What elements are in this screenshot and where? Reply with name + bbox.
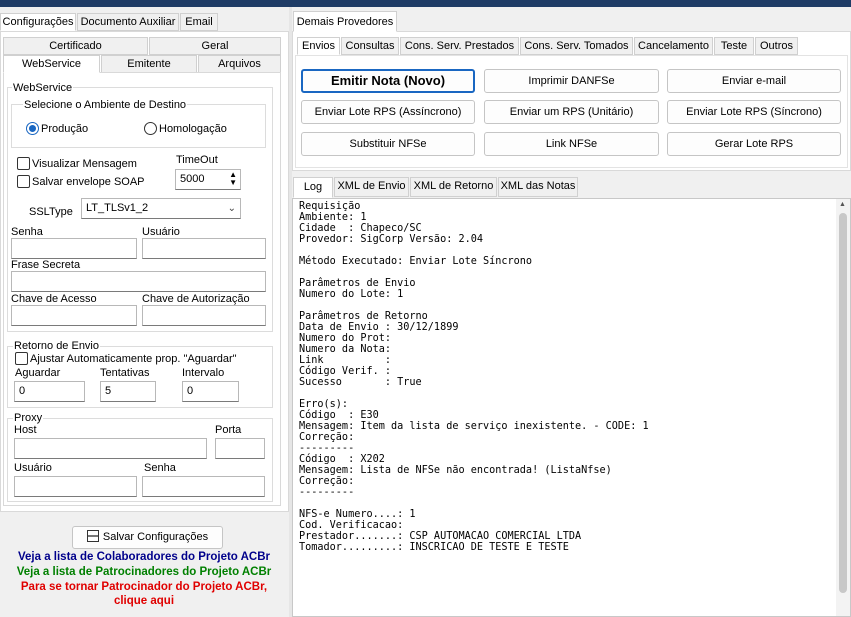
tab-teste[interactable]: Teste [714,37,754,55]
proxy-senha-field[interactable] [142,476,265,497]
producao-radio[interactable] [26,122,39,135]
tab-geral[interactable]: Geral [149,37,281,55]
save-icon [86,530,99,542]
proxy-usuario-field[interactable] [14,476,137,497]
producao-label: Produção [41,123,89,135]
tab-webservice[interactable]: WebService [3,55,100,73]
chevron-down-icon: ⌄ [227,203,236,214]
timeout-value: 5000 [180,173,205,185]
tab-cons-serv-prestados[interactable]: Cons. Serv. Prestados [400,37,519,55]
clique-aqui-link[interactable]: clique aqui [0,594,288,608]
tab-cons-serv-tomados[interactable]: Cons. Serv. Tomados [520,37,633,55]
tab-email[interactable]: Email [180,13,218,31]
enviar-lote-sincrono-button[interactable]: Enviar Lote RPS (Síncrono) [667,100,841,124]
tab-configuracoes[interactable]: Configurações [0,13,76,31]
log-memo[interactable]: Requisição Ambiente: 1 Cidade : Chapeco/… [292,198,851,617]
patrocinadores-link[interactable]: Veja a lista de Patrocinadores do Projet… [0,565,288,579]
ssltype-value: LT_TLSv1_2 [86,202,149,214]
frase-secreta-field[interactable] [11,271,266,292]
ambiente-label: Selecione o Ambiente de Destino [23,99,188,111]
timeout-label: TimeOut [176,154,218,166]
tab-xml-notas[interactable]: XML das Notas [498,177,578,197]
ajustar-label: Ajustar Automaticamente prop. "Aguardar" [30,353,237,365]
log-scrollbar[interactable]: ▲ [836,199,850,616]
ssltype-label: SSLType [29,206,73,218]
tentativas-field[interactable]: 5 [100,381,156,402]
ssltype-select[interactable]: LT_TLSv1_2 ⌄ [81,198,241,219]
enviar-email-button[interactable]: Enviar e-mail [667,69,841,93]
tab-outros[interactable]: Outros [755,37,798,55]
tab-certificado[interactable]: Certificado [3,37,148,55]
timeout-spin[interactable]: 5000 ▲ ▼ [175,169,241,190]
ajustar-checkbox[interactable] [15,352,28,365]
log-text: Requisição Ambiente: 1 Cidade : Chapeco/… [299,201,649,553]
tab-demais-provedores[interactable]: Demais Provedores [293,11,397,32]
tab-documento-auxiliar[interactable]: Documento Auxiliar [77,13,179,31]
aguardar-label: Aguardar [15,367,61,379]
tornar-patrocinador-link[interactable]: Para se tornar Patrocinador do Projeto A… [0,580,288,594]
proxy-senha-label: Senha [144,462,176,474]
porta-field[interactable] [215,438,265,459]
host-label: Host [14,424,37,436]
tab-envios[interactable]: Envios [297,37,340,55]
visualizar-mensagem-checkbox[interactable] [17,157,30,170]
webservice-group-label: WebService [12,82,74,94]
homologacao-label: Homologação [159,123,227,135]
porta-label: Porta [215,424,242,436]
chave-autorizacao-field[interactable] [142,305,266,326]
salvar-configuracoes-button[interactable]: Salvar Configurações [72,526,223,549]
window-titlebar [0,0,851,7]
usuario-field[interactable] [142,238,266,259]
scroll-up-icon[interactable]: ▲ [839,201,846,208]
tentativas-label: Tentativas [100,367,150,379]
homologacao-radio[interactable] [144,122,157,135]
enviar-rps-unitario-button[interactable]: Enviar um RPS (Unitário) [484,100,659,124]
salvar-configuracoes-label: Salvar Configurações [102,531,209,543]
scroll-thumb[interactable] [839,213,847,593]
aguardar-field[interactable]: 0 [14,381,85,402]
gerar-lote-rps-button[interactable]: Gerar Lote RPS [667,132,841,156]
salvar-envelope-label: Salvar envelope SOAP [32,176,145,188]
colaboradores-link[interactable]: Veja a lista de Colaboradores do Projeto… [0,550,288,564]
retorno-group-label: Retorno de Envio [13,340,100,352]
tab-cancelamento[interactable]: Cancelamento [634,37,713,55]
intervalo-field[interactable]: 0 [182,381,239,402]
tab-xml-retorno[interactable]: XML de Retorno [410,177,497,197]
emitir-nota-button[interactable]: Emitir Nota (Novo) [301,69,475,93]
substituir-nfse-button[interactable]: Substituir NFSe [301,132,475,156]
salvar-envelope-checkbox[interactable] [17,175,30,188]
tab-consultas[interactable]: Consultas [341,37,399,55]
tab-xml-envio[interactable]: XML de Envio [334,177,409,197]
proxy-group-label: Proxy [13,412,44,424]
host-field[interactable] [14,438,207,459]
visualizar-mensagem-label: Visualizar Mensagem [32,158,137,170]
spin-arrows-icon[interactable]: ▲ ▼ [229,171,237,187]
link-nfse-button[interactable]: Link NFSe [484,132,659,156]
tab-log[interactable]: Log [293,177,333,198]
proxy-usuario-label: Usuário [14,462,52,474]
intervalo-label: Intervalo [182,367,225,379]
tab-arquivos[interactable]: Arquivos [198,55,281,73]
tab-emitente[interactable]: Emitente [101,55,197,73]
senha-field[interactable] [11,238,137,259]
imprimir-danfse-button[interactable]: Imprimir DANFSe [484,69,659,93]
chave-acesso-field[interactable] [11,305,137,326]
enviar-lote-assincrono-button[interactable]: Enviar Lote RPS (Assíncrono) [301,100,475,124]
